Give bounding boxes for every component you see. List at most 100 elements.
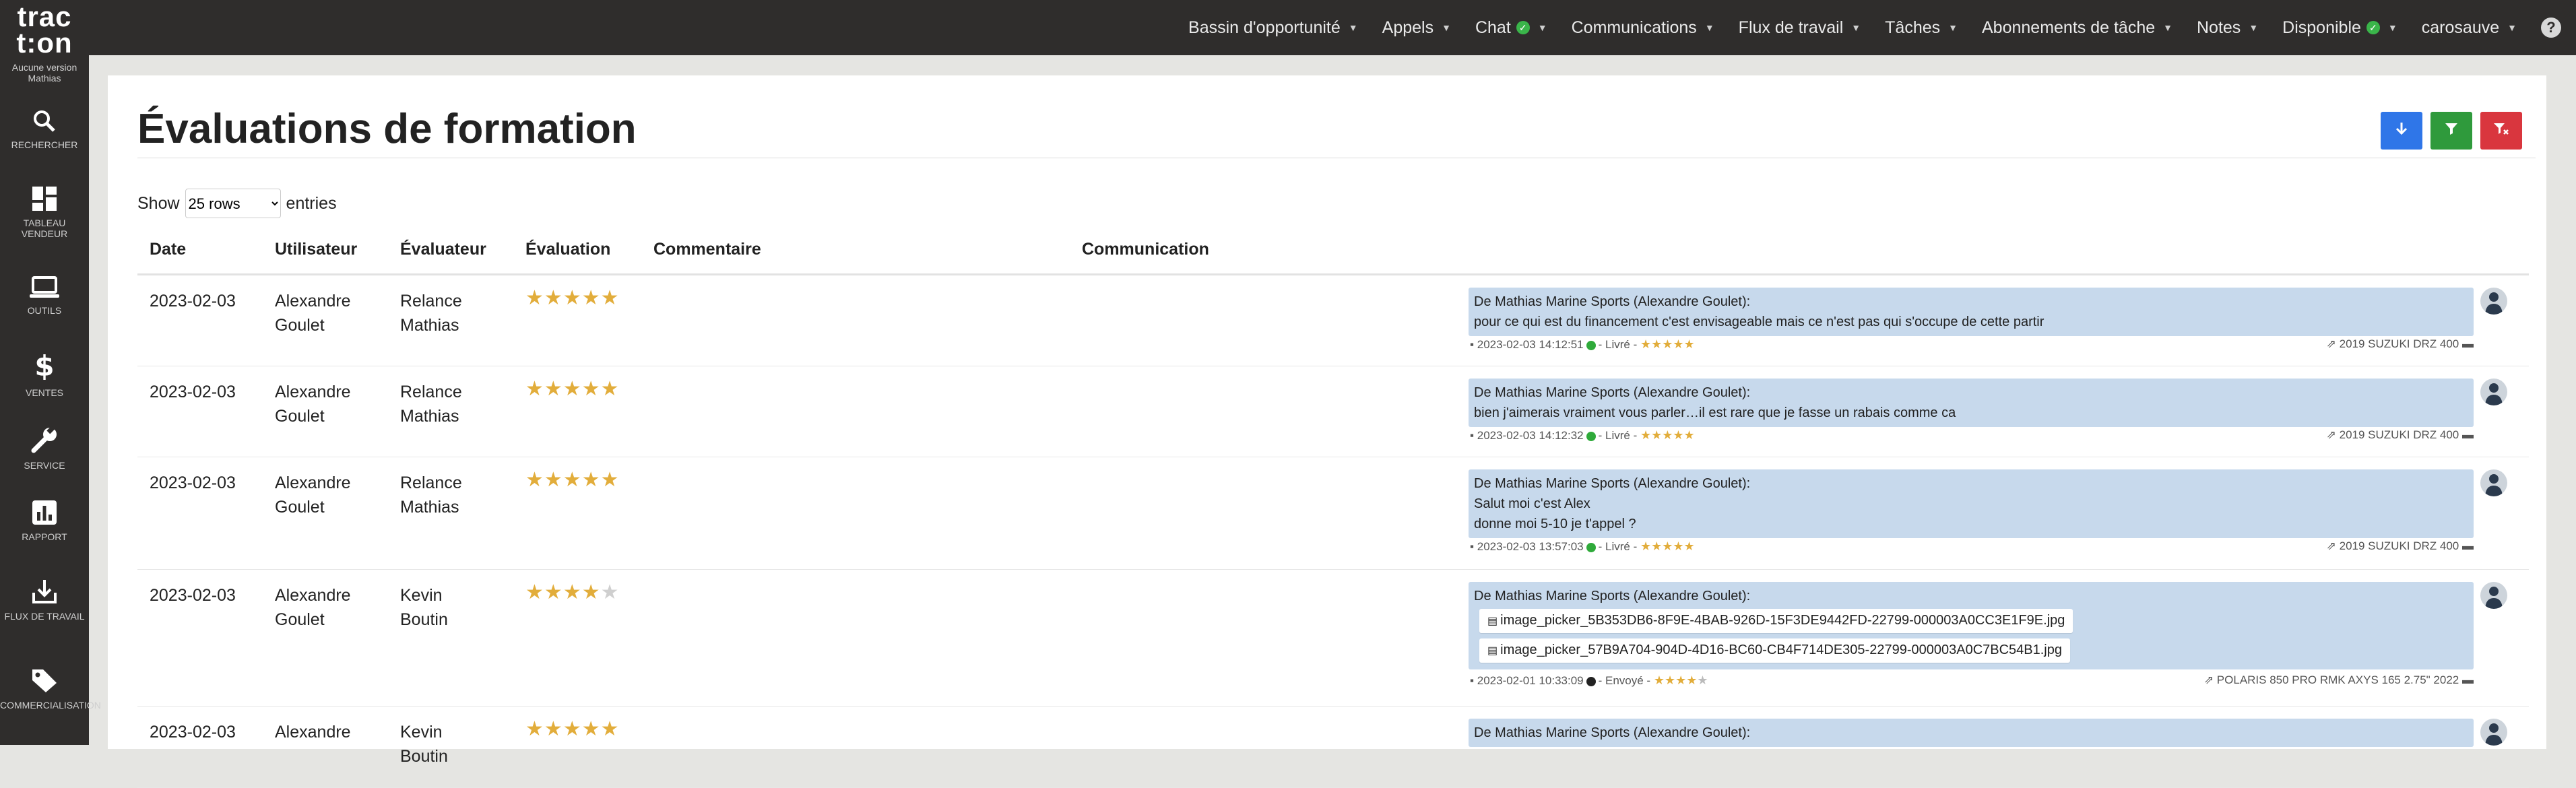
external-link-icon: ⇗ (2203, 674, 2217, 686)
sidebar-item-label: Service (24, 460, 65, 471)
external-link-icon: ⇗ (2326, 337, 2340, 350)
show-label: Show (137, 193, 180, 213)
nav-item-label: carosauve (2421, 18, 2500, 37)
nav-item-4[interactable]: Flux de travail ▼ (1739, 18, 1861, 38)
nav-item-1[interactable]: Appels ▼ (1382, 18, 1451, 38)
rows-per-page-select[interactable]: 25 rows (185, 189, 281, 218)
car-icon: ▬ (2459, 428, 2474, 441)
message-bubble: De Mathias Marine Sports (Alexandre Goul… (1469, 469, 2474, 538)
message-text: pour ce qui est du financement c'est env… (1474, 315, 2044, 329)
nav-item-label: Communications (1571, 18, 1697, 37)
column-header[interactable]: Utilisateur (275, 240, 357, 259)
message-sender: De Mathias Marine Sports (Alexandre Goul… (1474, 294, 1751, 309)
separator: - (1630, 540, 1640, 553)
sidebar-item-dollar[interactable]: $ Ventes (0, 350, 89, 398)
user-cell: Alexandre Goulet (275, 383, 351, 426)
sidebar-item-dashboard[interactable]: Tableau vendeur (0, 186, 89, 239)
message-sender: De Mathias Marine Sports (Alexandre Goul… (1474, 476, 1751, 491)
nav-item-7[interactable]: Notes ▼ (2197, 18, 2258, 38)
vehicle-link[interactable]: ⇗ 2019 SUZUKI DRZ 400 ▬ (2327, 428, 2474, 442)
table-row[interactable]: 2023-02-03 Alexandre Goulet Relance Mathia… (137, 275, 2529, 366)
sidebar-item-label: Flux de travail (4, 611, 85, 622)
vehicle-link[interactable]: ⇗ 2019 SUZUKI DRZ 400 ▬ (2327, 539, 2474, 553)
column-header[interactable]: Évaluateur (400, 240, 486, 259)
message-timestamp: 2023-02-03 14:12:32 (1477, 429, 1584, 442)
message-status: Livré (1605, 429, 1630, 442)
clear-filter-button[interactable] (2480, 112, 2522, 150)
avatar (2480, 469, 2507, 496)
table-row[interactable]: 2023-02-03 Alexandre Goulet Relance Mathia… (137, 457, 2529, 570)
date-cell: 2023-02-03 (150, 723, 236, 742)
message-timestamp: 2023-02-01 10:33:09 (1477, 674, 1584, 687)
column-header[interactable]: Évaluation (525, 240, 610, 259)
app-logo[interactable]: trac t:on Aucune version Mathias (0, 0, 89, 84)
download-button[interactable] (2381, 112, 2422, 150)
nav-item-5[interactable]: Tâches ▼ (1885, 18, 1958, 38)
avatar (2480, 288, 2507, 315)
separator: - (1598, 540, 1605, 553)
nav-item-6[interactable]: Abonnements de tâche ▼ (1982, 18, 2172, 38)
comment-icon: ▪ (1470, 429, 1477, 442)
sidebar-item-label: Outils (27, 305, 62, 316)
message-timestamp: 2023-02-03 14:12:51 (1477, 338, 1584, 351)
vehicle-link[interactable]: ⇗ POLARIS 850 PRO RMK AXYS 165 2.75" 202… (2204, 674, 2474, 687)
sidebar-item-tag[interactable]: Commercialisation (0, 667, 101, 711)
table-row[interactable]: 2023-02-03 Alexandre Goulet Kevin Boutin ★★… (137, 570, 2529, 707)
vehicle-name: 2019 SUZUKI DRZ 400 (2339, 337, 2459, 350)
wrench-icon (0, 426, 89, 457)
check-circle-icon: ✓ (2366, 21, 2380, 34)
help-icon[interactable]: ? (2541, 18, 2561, 38)
caret-down-icon: ▼ (1537, 22, 1547, 33)
logo-line-2: t:on (16, 27, 73, 59)
sidebar-item-label: Rapport (22, 531, 67, 542)
vehicle-name: 2019 SUZUKI DRZ 400 (2339, 428, 2459, 441)
filter-button[interactable] (2430, 112, 2472, 150)
attachment-link[interactable]: ▤ image_picker_5B353DB6-8F9E-4BAB-926D-15… (1479, 609, 2073, 633)
caret-down-icon: ▼ (1348, 22, 1358, 33)
separator: - (1598, 338, 1605, 351)
nav-item-3[interactable]: Communications ▼ (1572, 18, 1714, 38)
car-icon: ▬ (2459, 674, 2474, 686)
caret-down-icon: ▼ (2387, 22, 2397, 33)
message-sender: De Mathias Marine Sports (Alexandre Goul… (1474, 385, 1751, 400)
svg-text:$: $ (34, 352, 54, 381)
nav-item-8[interactable]: Disponible ✓ ▼ (2282, 18, 2397, 38)
message-text: Salut moi c'est Alex (1474, 496, 1590, 511)
nav-item-9[interactable]: carosauve ▼ (2422, 18, 2517, 38)
nav-item-label: Abonnements de tâche (1982, 18, 2156, 37)
table-row[interactable]: 2023-02-03 Alexandre Kevin Boutin ★★★★★ De M… (137, 707, 2529, 788)
sidebar-item-label: Ventes (25, 387, 63, 398)
filter-clear-icon (2493, 121, 2509, 140)
vehicle-link[interactable]: ⇗ 2019 SUZUKI DRZ 400 ▬ (2327, 337, 2474, 351)
sidebar-item-search[interactable]: Rechercher (0, 109, 89, 150)
attachment-link[interactable]: ▤ image_picker_57B9A704-904D-4D16-BC60-CB… (1479, 638, 2070, 663)
message-text: donne moi 5-10 je t'appel ? (1474, 517, 1636, 531)
table-header: Date Utilisateur Évaluateur Évaluation Comme… (137, 236, 2529, 275)
sidebar-item-chart[interactable]: Rapport (0, 500, 89, 542)
table-body: 2023-02-03 Alexandre Goulet Relance Mathia… (137, 275, 2529, 788)
column-header[interactable]: Commentaire (653, 240, 761, 259)
arrow-down-icon (2395, 121, 2408, 141)
sidebar-item-download[interactable]: Flux de travail (0, 578, 89, 622)
nav-item-0[interactable]: Bassin d'opportunité ▼ (1188, 18, 1358, 38)
message-status: Livré (1605, 338, 1630, 351)
column-header[interactable]: Communication (1082, 240, 1209, 259)
vehicle-name: POLARIS 850 PRO RMK AXYS 165 2.75" 2022 (2216, 674, 2459, 686)
tag-icon (0, 667, 89, 697)
sidebar-item-wrench[interactable]: Service (0, 426, 89, 471)
status-dot-icon (1586, 431, 1596, 441)
sidebar-item-laptop[interactable]: Outils (0, 276, 89, 316)
date-cell: 2023-02-03 (150, 383, 236, 401)
table-row[interactable]: 2023-02-03 Alexandre Goulet Relance Mathia… (137, 366, 2529, 457)
rating-stars: ★★★★★ (525, 469, 620, 491)
caret-down-icon: ▼ (2249, 22, 2259, 33)
sidebar-item-label: Commercialisation (0, 700, 101, 711)
chart-icon (0, 500, 89, 529)
nav-item-2[interactable]: Chat ✓ ▼ (1475, 18, 1547, 38)
caret-down-icon: ▼ (1948, 22, 1958, 33)
nav-item-label: Notes (2197, 18, 2241, 37)
car-icon: ▬ (2459, 539, 2474, 552)
download-icon (0, 578, 89, 608)
separator: - (1598, 429, 1605, 442)
column-header[interactable]: Date (150, 240, 186, 259)
